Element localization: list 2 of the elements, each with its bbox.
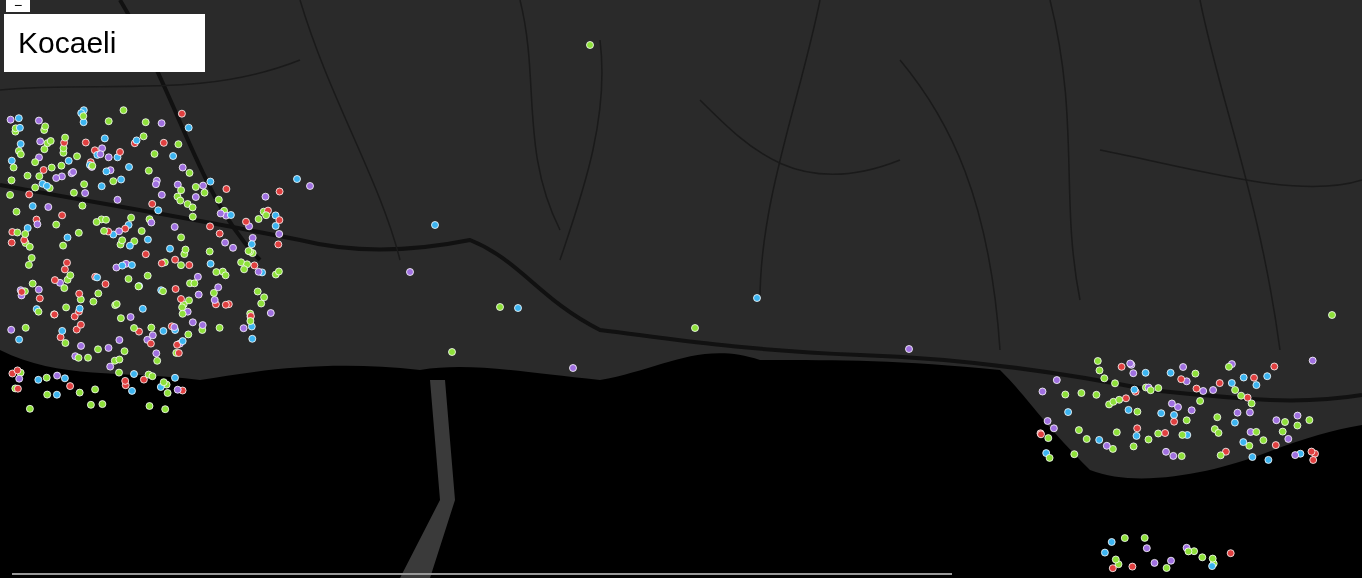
map-title: Kocaeli — [18, 28, 117, 58]
zoom-out-button[interactable]: − — [6, 0, 30, 12]
